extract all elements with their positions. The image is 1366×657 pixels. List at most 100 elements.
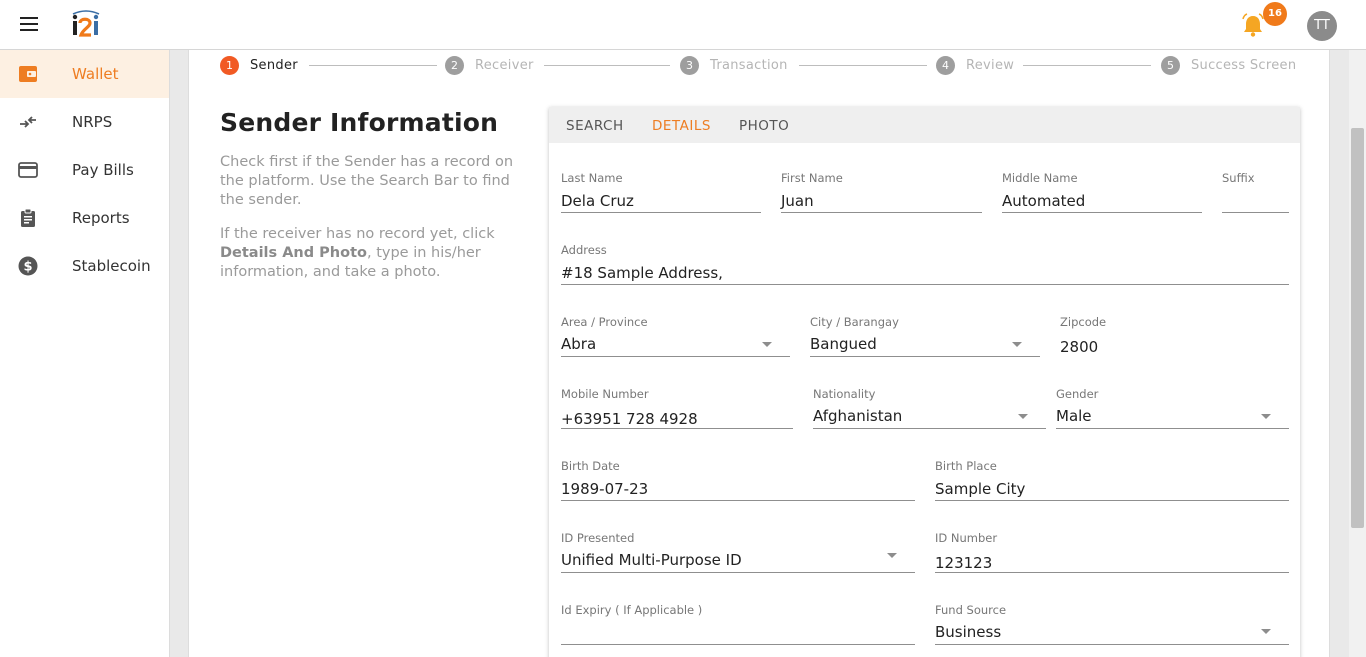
sidebar-item-wallet[interactable]: Wallet [0, 50, 169, 98]
field-value: Unified Multi-Purpose ID [561, 551, 742, 569]
field-label: Middle Name [1002, 171, 1078, 185]
step-number: 5 [1161, 55, 1180, 75]
details-panel: SEARCH DETAILS PHOTO Last Name Dela Cruz… [549, 107, 1300, 657]
sidebar-item-label: NRPS [72, 113, 113, 131]
middle-name-field[interactable]: Middle Name Automated [1002, 171, 1202, 213]
field-label: ID Presented [561, 531, 635, 545]
address-field[interactable]: Address #18 Sample Address, [561, 243, 1289, 285]
zipcode-field[interactable]: Zipcode 2800 [1060, 315, 1289, 357]
step-label: Review [966, 57, 1015, 73]
field-value: 2800 [1060, 338, 1099, 356]
field-label: City / Barangay [810, 315, 899, 329]
step-label: Transaction [710, 57, 788, 73]
help-text-pre: If the receiver has no record yet, click [220, 226, 495, 242]
chevron-down-icon [887, 553, 897, 558]
field-label: Id Expiry ( If Applicable ) [561, 603, 703, 617]
field-value: Dela Cruz [561, 192, 634, 210]
field-label: First Name [781, 171, 843, 185]
gender-select[interactable]: Gender Male [1056, 387, 1289, 429]
field-label: Address [561, 243, 607, 257]
section-description: Check first if the Sender has a record o… [220, 154, 514, 208]
top-bar: 16 TT [0, 0, 1366, 50]
step-label: Sender [250, 57, 298, 73]
city-barangay-select[interactable]: City / Barangay Bangued [810, 315, 1040, 357]
tab-photo[interactable]: PHOTO [739, 118, 789, 134]
chevron-down-icon [1018, 414, 1028, 419]
nationality-select[interactable]: Nationality Afghanistan [813, 387, 1046, 429]
avatar[interactable]: TT [1307, 11, 1337, 41]
field-value: Bangued [810, 335, 877, 353]
sidebar: Wallet NRPS Pay Bills Reports $ Stableco… [0, 50, 170, 657]
step-transaction[interactable]: 3 Transaction [680, 55, 788, 75]
area-province-select[interactable]: Area / Province Abra [561, 315, 790, 357]
chevron-down-icon [1261, 414, 1271, 419]
step-connector [309, 65, 437, 66]
hamburger-icon[interactable] [20, 17, 38, 31]
notification-badge[interactable]: 16 [1263, 2, 1287, 26]
field-label: Last Name [561, 171, 623, 185]
step-label: Success Screen [1191, 57, 1297, 73]
step-connector [544, 65, 670, 66]
id-number-field[interactable]: ID Number 123123 [935, 531, 1289, 573]
transfer-arrows-icon [18, 112, 38, 132]
sidebar-item-stablecoin[interactable]: $ Stablecoin [0, 242, 169, 290]
field-value: Afghanistan [813, 407, 903, 425]
step-success-screen[interactable]: 5 Success Screen [1161, 55, 1297, 75]
scrollbar-thumb[interactable] [1351, 128, 1364, 528]
wallet-icon [18, 64, 38, 84]
main-card: 1 Sender 2 Receiver 3 Transaction 4 Revi… [188, 50, 1330, 657]
credit-card-icon [18, 160, 38, 180]
logo-icon[interactable] [70, 10, 102, 42]
field-value: Sample City [935, 480, 1026, 498]
step-number: 3 [680, 55, 699, 75]
id-expiry-field[interactable]: Id Expiry ( If Applicable ) [561, 603, 915, 645]
dollar-circle-icon: $ [18, 256, 38, 276]
sidebar-item-label: Pay Bills [72, 161, 134, 179]
chevron-down-icon [1012, 342, 1022, 347]
step-receiver[interactable]: 2 Receiver [445, 55, 534, 75]
field-value: Business [935, 623, 1002, 641]
field-value: +63951 728 4928 [561, 410, 698, 428]
field-label: Birth Date [561, 459, 620, 473]
field-value: Juan [781, 192, 814, 210]
last-name-field[interactable]: Last Name Dela Cruz [561, 171, 761, 213]
step-connector [1023, 65, 1151, 66]
step-label: Receiver [475, 57, 534, 73]
field-label: Suffix [1222, 171, 1255, 185]
help-text-bold: Details And Photo [220, 245, 367, 261]
step-connector [799, 65, 927, 66]
svg-text:$: $ [23, 260, 32, 275]
tab-search[interactable]: SEARCH [566, 118, 624, 134]
field-value: #18 Sample Address, [561, 264, 723, 282]
sidebar-item-reports[interactable]: Reports [0, 194, 169, 242]
step-review[interactable]: 4 Review [936, 55, 1015, 75]
field-value: Automated [1002, 192, 1086, 210]
sidebar-item-pay-bills[interactable]: Pay Bills [0, 146, 169, 194]
field-value: Abra [561, 335, 597, 353]
field-label: Fund Source [935, 603, 1007, 617]
id-presented-select[interactable]: ID Presented Unified Multi-Purpose ID [561, 531, 915, 573]
field-label: Birth Place [935, 459, 997, 473]
tab-bar: SEARCH DETAILS PHOTO [549, 107, 1300, 143]
fund-source-select[interactable]: Fund Source Business [935, 603, 1289, 645]
tab-details[interactable]: DETAILS [652, 118, 711, 134]
chevron-down-icon [762, 342, 772, 347]
field-label: Gender [1056, 387, 1099, 401]
field-label: Mobile Number [561, 387, 649, 401]
field-label: Zipcode [1060, 315, 1107, 329]
mobile-number-field[interactable]: Mobile Number +63951 728 4928 [561, 387, 793, 429]
chevron-down-icon [1261, 629, 1271, 634]
field-value: Male [1056, 407, 1092, 425]
first-name-field[interactable]: First Name Juan [781, 171, 982, 213]
birth-date-field[interactable]: Birth Date 1989-07-23 [561, 459, 915, 501]
step-sender[interactable]: 1 Sender [220, 55, 298, 75]
step-number: 2 [445, 55, 464, 75]
sidebar-item-label: Stablecoin [72, 257, 151, 275]
section-help-text: If the receiver has no record yet, click… [220, 225, 530, 282]
suffix-field[interactable]: Suffix [1222, 171, 1289, 213]
sidebar-item-nrps[interactable]: NRPS [0, 98, 169, 146]
birth-place-field[interactable]: Birth Place Sample City [935, 459, 1289, 501]
field-value: 1989-07-23 [561, 480, 649, 498]
sidebar-item-label: Reports [72, 209, 130, 227]
bell-icon[interactable] [1242, 13, 1264, 37]
